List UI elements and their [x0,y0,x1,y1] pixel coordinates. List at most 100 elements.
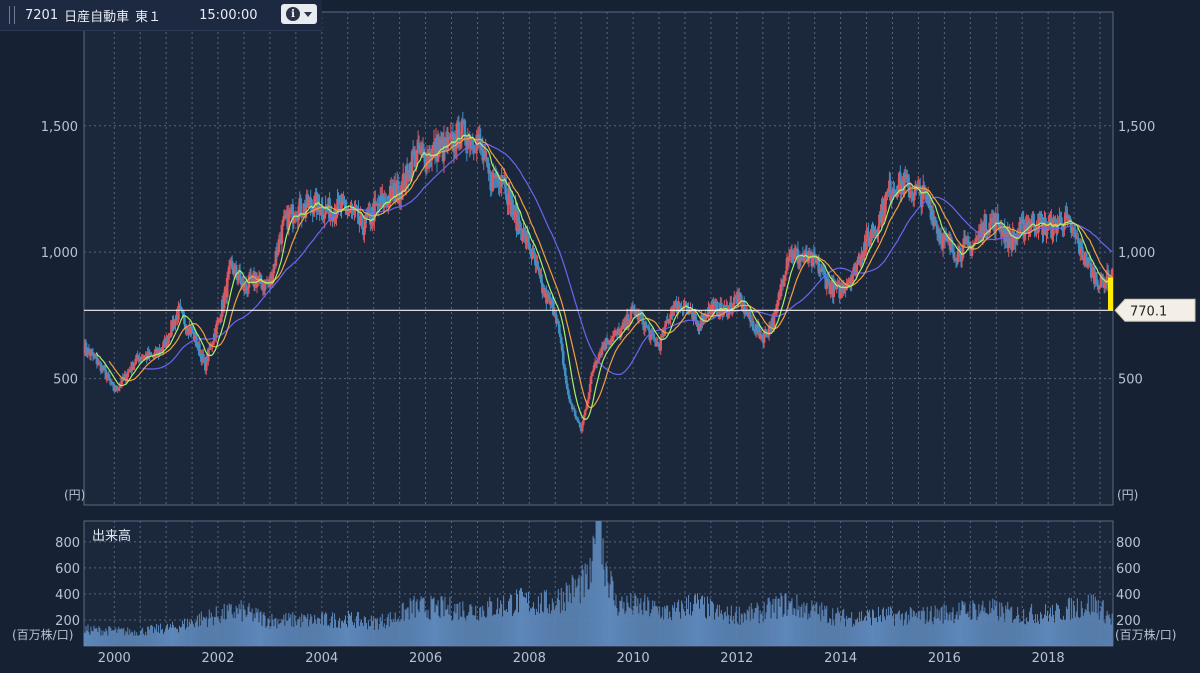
volume-bar [763,602,765,646]
volume-bar [744,613,746,646]
volume-bar [845,626,847,646]
volume-bar [386,617,388,646]
volume-bar [625,611,627,646]
volume-bar [464,617,466,646]
volume-bar [105,628,107,646]
volume-bar [517,594,519,646]
volume-bar [928,620,930,646]
volume-bar [1020,621,1022,646]
volume-bar [303,615,305,646]
volume-bar [170,624,172,646]
candle-body [772,312,776,328]
volume-bar [847,619,849,646]
volume-bar [624,613,626,646]
volume-bar [800,606,802,646]
volume-bar [662,607,664,646]
volume-bar [150,625,152,646]
volume-bar [898,610,900,646]
volume-bar [121,628,123,646]
info-dropdown-button[interactable]: i [281,4,317,24]
volume-bar [1045,604,1047,646]
volume-bar [663,619,665,646]
volume-bar [963,605,965,646]
volume-bar [594,544,596,646]
volume-bar [786,615,788,646]
candle-body [589,376,593,385]
volume-bar [242,604,244,646]
volume-bar [243,608,245,646]
volume-bar [534,614,536,646]
volume-bar [996,600,998,646]
volume-bar [382,626,384,646]
volume-bar [414,617,416,646]
volume-bar [549,613,551,646]
volume-bar [359,621,361,646]
volume-bar [920,610,922,646]
x-tick-label: 2016 [928,651,961,666]
volume-bar [940,607,942,646]
x-tick-label: 2014 [824,651,857,666]
volume-bar [573,596,575,646]
volume-bar [882,607,884,646]
volume-bar [339,617,341,646]
volume-bar [365,623,367,646]
volume-bar [565,582,567,646]
volume-bar [906,624,908,646]
drag-handle[interactable] [9,6,15,24]
volume-bar [555,604,557,646]
volume-bar [760,614,762,646]
volume-bar [605,562,607,646]
volume-bar [288,612,290,646]
volume-bar [1097,599,1099,646]
volume-bar [807,619,809,646]
volume-bar [503,595,505,646]
volume-bar [1012,622,1014,646]
volume-bar [591,561,593,646]
volume-bar [512,616,514,646]
volume-bar [674,602,676,646]
volume-bar [418,611,420,646]
volume-bar [636,606,638,646]
candle-body [660,336,664,338]
volume-bar [1002,606,1004,646]
volume-bar [111,630,113,646]
volume-bar [195,620,197,646]
volume-bar [575,587,577,646]
volume-bar [921,611,923,646]
volume-bar [930,606,932,646]
volume-bar [257,608,259,646]
volume-bar [851,612,853,646]
volume-bar [176,628,178,646]
volume-bar [124,635,126,646]
volume-bar [801,604,803,646]
volume-bar [126,632,128,646]
volume-bar [1110,624,1112,646]
volume-bar [639,603,641,646]
volume-bar [945,605,947,646]
volume-bar [471,606,473,646]
volume-bar [643,601,645,646]
volume-bar [676,607,678,646]
volume-bar [683,608,685,646]
volume-bar [507,612,509,646]
volume-bar [135,635,137,646]
volume-bar [353,622,355,646]
volume-bar [593,537,595,646]
quote-time: 15:00:00 [199,7,258,23]
volume-bar [87,624,89,646]
volume-bar [85,626,87,646]
volume-bar [476,619,478,646]
volume-bar [431,599,433,646]
volume-bar [1080,600,1082,646]
volume-bar [693,604,695,646]
volume-bar [206,627,208,646]
volume-bar [886,615,888,646]
volume-bar [616,607,618,646]
volume-bar [494,614,496,646]
volume-bar [979,613,981,646]
volume-bar [947,620,949,646]
volume-bar [470,604,472,646]
volume-bar [1107,615,1109,646]
volume-bar [778,598,780,646]
volume-bar [385,624,387,646]
